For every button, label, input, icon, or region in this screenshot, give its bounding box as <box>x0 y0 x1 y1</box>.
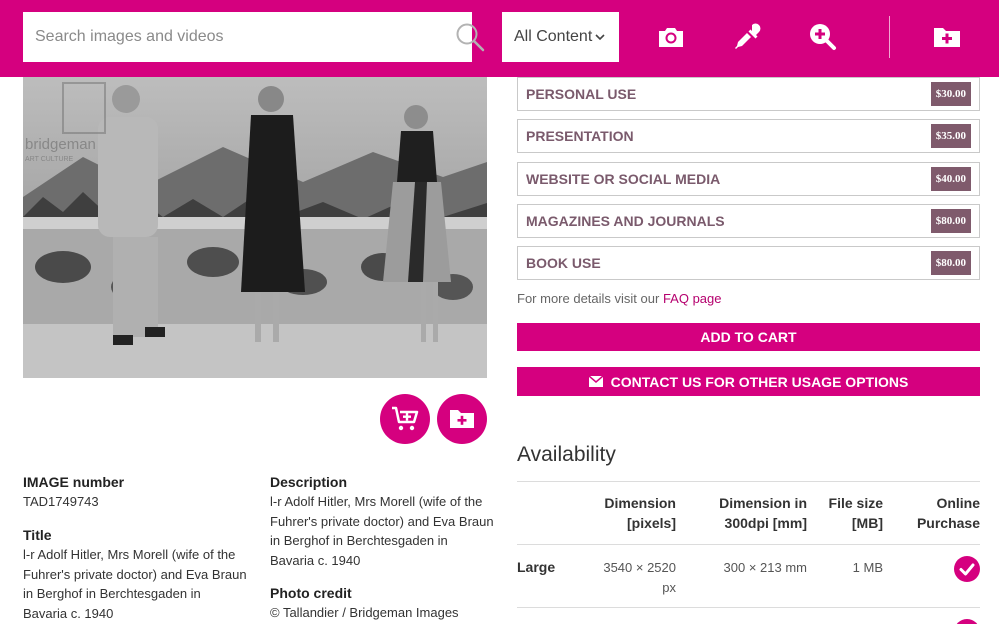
col-header-file-size: File size [MB] <box>820 494 883 533</box>
header-line: Purchase <box>916 514 980 531</box>
add-to-folder-round-button[interactable] <box>437 394 487 444</box>
faq-note: For more details visit our FAQ page <box>517 291 722 306</box>
chevron-down-icon <box>595 34 605 41</box>
description-line: Fuhrer's private doctor) and Eva Braun <box>270 513 494 529</box>
search-input[interactable] <box>23 12 423 62</box>
licence-website-social[interactable]: WEBSITE OR SOCIAL MEDIA $40.00 <box>517 162 980 196</box>
divider <box>517 481 980 482</box>
add-to-cart-button[interactable]: ADD TO CART <box>517 323 980 351</box>
cart-plus-icon <box>392 406 419 431</box>
folder-plus-icon <box>450 410 474 428</box>
price-badge: $30.00 <box>930 82 971 106</box>
online-purchase-check[interactable] <box>954 556 980 582</box>
col-header-dimension-px: Dimension [pixels] <box>590 494 676 533</box>
header-line: Dimension <box>604 495 676 511</box>
licence-label: PRESENTATION <box>526 128 634 144</box>
eyedropper-icon[interactable] <box>732 22 762 52</box>
description-label: Description <box>270 474 348 490</box>
search-icon[interactable] <box>455 22 485 52</box>
title-line: Bavaria c. 1940 <box>23 605 114 621</box>
content-filter-value: All Content <box>514 28 593 45</box>
check-icon <box>959 563 975 576</box>
content-filter-select[interactable]: All Content <box>502 12 619 62</box>
watermark-subtext: ART CULTURE <box>25 156 74 163</box>
licence-presentation[interactable]: PRESENTATION $35.00 <box>517 119 980 153</box>
photo-illustration: bridgeman ART CULTURE <box>23 77 487 378</box>
licence-book-use[interactable]: BOOK USE $80.00 <box>517 246 980 280</box>
image-number-label: IMAGE number <box>23 474 125 490</box>
cell-dimension-px: 3540 × 2520 px <box>586 558 676 597</box>
title-label: Title <box>23 527 52 543</box>
faq-link[interactable]: FAQ page <box>663 291 722 306</box>
header-line: [pixels] <box>626 514 676 531</box>
contact-usage-button[interactable]: CONTACT US FOR OTHER USAGE OPTIONS <box>517 367 980 396</box>
divider <box>517 544 980 545</box>
row-label-large: Large <box>517 559 556 575</box>
title-line: in Berghof in Berchtesgaden in <box>23 586 201 601</box>
search-box <box>23 12 485 62</box>
price-badge: $80.00 <box>930 209 971 233</box>
header-line: 300dpi [mm] <box>724 514 807 531</box>
licence-label: MAGAZINES AND JOURNALS <box>526 213 725 229</box>
photo-credit-label: Photo credit <box>270 585 352 601</box>
camera-icon[interactable] <box>656 22 686 52</box>
folder-plus-icon[interactable] <box>932 22 962 52</box>
price-badge: $40.00 <box>930 167 971 191</box>
add-to-cart-round-button[interactable] <box>380 394 430 444</box>
licence-label: PERSONAL USE <box>526 86 637 102</box>
next-row-check[interactable] <box>954 619 980 624</box>
description-line: in Berghof in Berchtesgaden in <box>270 533 448 548</box>
watermark-text: bridgeman <box>25 136 96 153</box>
contact-button-label: CONTACT US FOR OTHER USAGE OPTIONS <box>610 373 909 390</box>
col-header-online-purchase: Online Purchase <box>900 494 980 533</box>
header-divider <box>889 16 890 58</box>
description-line: l-r Adolf Hitler, Mrs Morell (wife of th… <box>270 494 483 509</box>
col-header-dimension-mm: Dimension in 300dpi [mm] <box>707 494 807 533</box>
availability-title: Availability <box>517 443 616 466</box>
price-badge: $80.00 <box>930 251 971 275</box>
image-number-value: TAD1749743 <box>23 494 99 509</box>
cell-line: px <box>662 579 676 595</box>
title-line: l-r Adolf Hitler, Mrs Morell (wife of th… <box>23 547 236 562</box>
description-value: l-r Adolf Hitler, Mrs Morell (wife of th… <box>270 492 494 570</box>
title-line: Fuhrer's private doctor) and Eva Braun <box>23 566 247 582</box>
top-header: All Content <box>0 0 999 77</box>
preview-photo[interactable]: bridgeman ART CULTURE <box>23 77 487 378</box>
licence-personal-use[interactable]: PERSONAL USE $30.00 <box>517 77 980 111</box>
faq-prefix: For more details visit our <box>517 291 660 306</box>
photo-credit-value: © Tallandier / Bridgeman Images <box>270 605 459 620</box>
cell-dimension-mm: 300 × 213 mm <box>723 560 807 575</box>
zoom-plus-icon[interactable] <box>807 22 837 52</box>
cell-line: 3540 × 2520 <box>603 560 676 575</box>
envelope-icon <box>588 376 603 387</box>
divider <box>517 607 980 608</box>
description-line: Bavaria c. 1940 <box>270 552 361 568</box>
licence-label: BOOK USE <box>526 255 601 271</box>
licence-label: WEBSITE OR SOCIAL MEDIA <box>526 171 721 187</box>
title-value: l-r Adolf Hitler, Mrs Morell (wife of th… <box>23 545 247 623</box>
licence-magazines-journals[interactable]: MAGAZINES AND JOURNALS $80.00 <box>517 204 980 238</box>
cell-file-size: 1 MB <box>852 560 883 575</box>
price-badge: $35.00 <box>930 124 971 148</box>
header-line: [MB] <box>851 514 883 531</box>
header-line: Dimension in <box>719 495 807 511</box>
header-line: File size <box>828 495 883 511</box>
header-line: Online <box>936 495 980 511</box>
